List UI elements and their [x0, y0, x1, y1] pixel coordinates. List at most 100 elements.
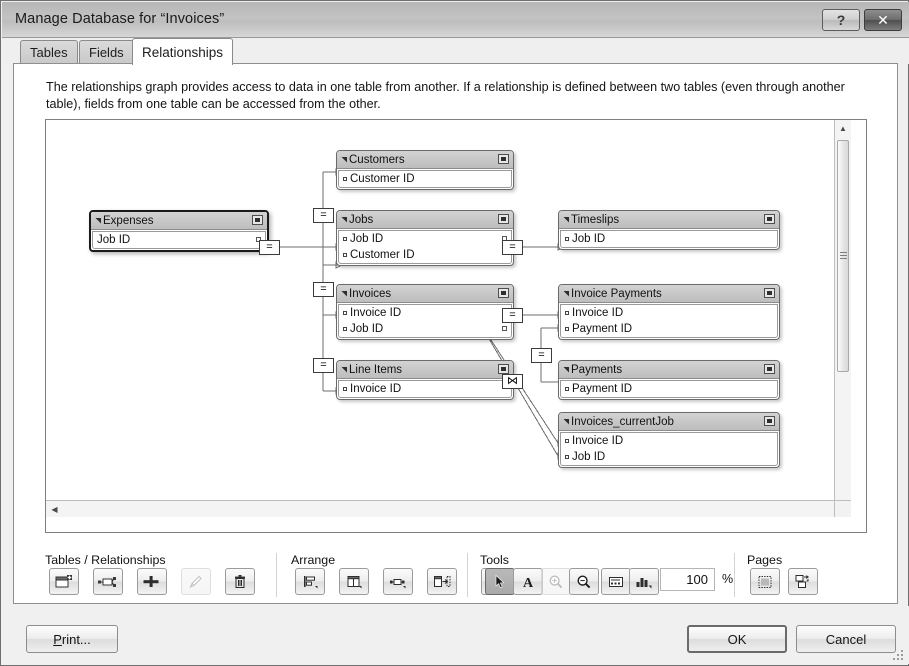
table-fields: Payment ID [560, 380, 778, 398]
resize-grip-icon[interactable] [892, 650, 904, 662]
graph-vertical-scrollbar[interactable]: ▲ ▼ [834, 120, 851, 517]
field-bullet-icon [565, 455, 569, 459]
table-header[interactable]: Customers [337, 151, 513, 169]
add-relationship-icon [98, 576, 116, 587]
table-expand-icon [563, 366, 569, 373]
table-box-timeslips[interactable]: Timeslips Job ID [558, 210, 780, 250]
window-title: Manage Database for “Invoices” [15, 11, 225, 27]
minimize-icon[interactable] [498, 288, 509, 298]
relationship-operator-expenses-jobs[interactable]: = [259, 240, 280, 255]
table-header[interactable]: Invoices_currentJob [559, 413, 779, 431]
align-button[interactable] [295, 568, 325, 595]
minimize-icon[interactable] [764, 214, 775, 224]
note-icon [609, 576, 623, 587]
table-box-line-items[interactable]: Line Items Invoice ID [336, 360, 514, 400]
minimize-icon[interactable] [764, 364, 775, 374]
table-header[interactable]: Invoice Payments [559, 285, 779, 303]
note-tool-button[interactable] [601, 568, 631, 595]
field-row[interactable]: Payment ID [561, 321, 777, 337]
text-tool-button[interactable]: A [513, 568, 543, 595]
operator-symbol: = [266, 241, 273, 253]
field-row[interactable]: Customer ID [339, 171, 511, 187]
toolbar-group-label-arrange: Arrange [291, 553, 336, 567]
select-tool-button[interactable] [485, 568, 515, 595]
field-row[interactable]: Job ID [339, 321, 511, 337]
table-box-invoices[interactable]: Invoices Invoice ID Job ID [336, 284, 514, 340]
resize-button[interactable] [383, 568, 413, 595]
field-row[interactable]: Job ID [561, 231, 777, 247]
help-button[interactable]: ? [822, 9, 860, 31]
minimize-icon[interactable] [498, 154, 509, 164]
field-row[interactable]: Invoice ID [339, 381, 511, 397]
relationship-operator-invoices-invoicepayments[interactable]: = [502, 308, 523, 323]
field-key-icon [502, 326, 507, 331]
tab-tables[interactable]: Tables [20, 40, 78, 64]
scroll-up-icon[interactable]: ▲ [835, 120, 851, 137]
table-header[interactable]: Invoices [337, 285, 513, 303]
field-row[interactable]: Invoice ID [561, 433, 777, 449]
zoom-out-icon [577, 574, 591, 588]
field-name: Job ID [350, 323, 384, 335]
duplicate-table-button[interactable] [137, 568, 167, 595]
table-view-button[interactable] [629, 568, 659, 595]
field-row[interactable]: Job ID [339, 231, 511, 247]
table-box-invoices-currentjob[interactable]: Invoices_currentJob Invoice ID Job ID [558, 412, 780, 468]
field-name: Invoice ID [572, 307, 624, 319]
minimize-icon[interactable] [498, 214, 509, 224]
field-row[interactable]: Invoice ID [561, 305, 777, 321]
add-table-button[interactable] [49, 568, 79, 595]
align-icon [304, 575, 318, 588]
relationship-operator-jobs-timeslips[interactable]: = [502, 240, 523, 255]
minimize-icon[interactable] [252, 215, 263, 225]
arrange-tables-button[interactable] [427, 568, 457, 595]
relationship-operator-invoicepayments-payments[interactable]: = [531, 348, 552, 363]
field-bullet-icon [565, 327, 569, 331]
field-row[interactable]: Job ID [561, 449, 777, 465]
table-header[interactable]: Payments [559, 361, 779, 379]
text-a-icon: A [523, 576, 534, 590]
field-row[interactable]: Job ID [93, 232, 265, 248]
tab-fields[interactable]: Fields [79, 40, 134, 64]
table-box-customers[interactable]: Customers Customer ID [336, 150, 514, 190]
field-row[interactable]: Payment ID [561, 381, 777, 397]
distribute-button[interactable] [339, 568, 369, 595]
relationship-operator-invoices-lineitems[interactable]: = [313, 358, 334, 373]
minimize-icon[interactable] [764, 288, 775, 298]
scroll-left-icon[interactable]: ◀ [46, 501, 63, 517]
relationship-operator-invoices-currentjob[interactable]: ⋈ [502, 374, 523, 389]
table-name: Expenses [103, 214, 154, 227]
table-box-jobs[interactable]: Jobs Job ID Customer ID [336, 210, 514, 266]
tab-relationships[interactable]: Relationships [132, 38, 234, 65]
close-button[interactable]: ✕ [864, 9, 902, 31]
zoom-level-input[interactable]: 100 [660, 568, 715, 591]
relationship-operator-jobs-invoices[interactable]: = [313, 282, 334, 297]
relationship-operator-jobs-customers[interactable]: = [313, 208, 334, 223]
field-row[interactable]: Invoice ID [339, 305, 511, 321]
table-header[interactable]: Line Items [337, 361, 513, 379]
minimize-icon[interactable] [498, 364, 509, 374]
ok-button[interactable]: OK [687, 625, 787, 653]
trash-icon [235, 574, 245, 588]
field-row[interactable]: Customer ID [339, 247, 511, 263]
graph-horizontal-scrollbar[interactable]: ◀ ▶ [46, 500, 851, 517]
table-header[interactable]: Expenses [91, 212, 267, 230]
page-setup-button[interactable] [788, 568, 818, 595]
table-header[interactable]: Jobs [337, 211, 513, 229]
relationships-graph[interactable]: Customers Customer ID Expenses Job ID Jo… [46, 120, 851, 517]
vertical-scroll-thumb[interactable] [837, 140, 849, 372]
page-breaks-button[interactable] [750, 568, 780, 595]
delete-table-button[interactable] [225, 568, 255, 595]
table-box-invoice-payments[interactable]: Invoice Payments Invoice ID Payment ID [558, 284, 780, 340]
table-header[interactable]: Timeslips [559, 211, 779, 229]
add-relationship-button[interactable] [93, 568, 123, 595]
minimize-icon[interactable] [764, 416, 775, 426]
table-expand-icon [563, 216, 569, 223]
table-box-expenses[interactable]: Expenses Job ID [89, 210, 269, 252]
table-box-payments[interactable]: Payments Payment ID [558, 360, 780, 400]
cancel-button[interactable]: Cancel [796, 625, 896, 653]
print-button[interactable]: Print... [26, 625, 118, 653]
svg-text:A: A [523, 576, 534, 590]
toolbar-group-label-tables-relationships: Tables / Relationships [45, 553, 166, 567]
zoom-out-button[interactable] [569, 568, 599, 595]
tab-fields-label: Fields [89, 45, 124, 60]
